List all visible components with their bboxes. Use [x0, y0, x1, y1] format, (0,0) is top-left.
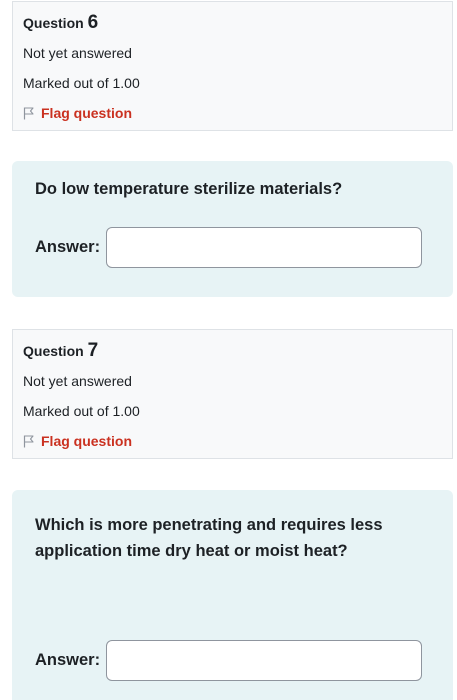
question-6-marks: Marked out of 1.00 — [23, 75, 140, 91]
flag-question-7-button[interactable]: Flag question — [23, 426, 442, 456]
question-title-prefix: Question — [23, 15, 84, 31]
question-number: 7 — [87, 340, 99, 361]
flag-question-label: Flag question — [41, 433, 132, 449]
flag-outline-icon — [23, 434, 34, 447]
question-6-title: Question 6 — [23, 12, 442, 38]
question-6-info: Question 6 Not yet answered Marked out o… — [12, 1, 453, 131]
flag-question-label: Flag question — [41, 105, 132, 121]
question-7-status: Not yet answered — [23, 373, 132, 389]
question-6-answer-row: Answer: — [35, 227, 422, 268]
question-7-answer-row: Answer: — [35, 640, 422, 681]
flag-outline-icon — [23, 106, 34, 119]
question-7-content: Which is more penetrating and requires l… — [12, 490, 453, 700]
question-6-content: Do low temperature sterilize materials? … — [12, 161, 453, 297]
answer-label: Answer: — [35, 651, 101, 669]
question-7-title: Question 7 — [23, 340, 442, 366]
flag-question-6-button[interactable]: Flag question — [23, 98, 442, 128]
question-7-text: Which is more penetrating and requires l… — [35, 516, 383, 560]
question-7-answer-input[interactable] — [106, 640, 422, 681]
question-title-prefix: Question — [23, 343, 84, 359]
question-7-info: Question 7 Not yet answered Marked out o… — [12, 329, 453, 459]
question-6-answer-input[interactable] — [106, 227, 422, 268]
quiz-page: Question 6 Not yet answered Marked out o… — [0, 0, 457, 700]
question-6-text: Do low temperature sterilize materials? — [35, 180, 343, 198]
question-number: 6 — [87, 12, 99, 33]
question-6-status: Not yet answered — [23, 45, 132, 61]
question-7-marks: Marked out of 1.00 — [23, 403, 140, 419]
answer-label: Answer: — [35, 238, 101, 256]
